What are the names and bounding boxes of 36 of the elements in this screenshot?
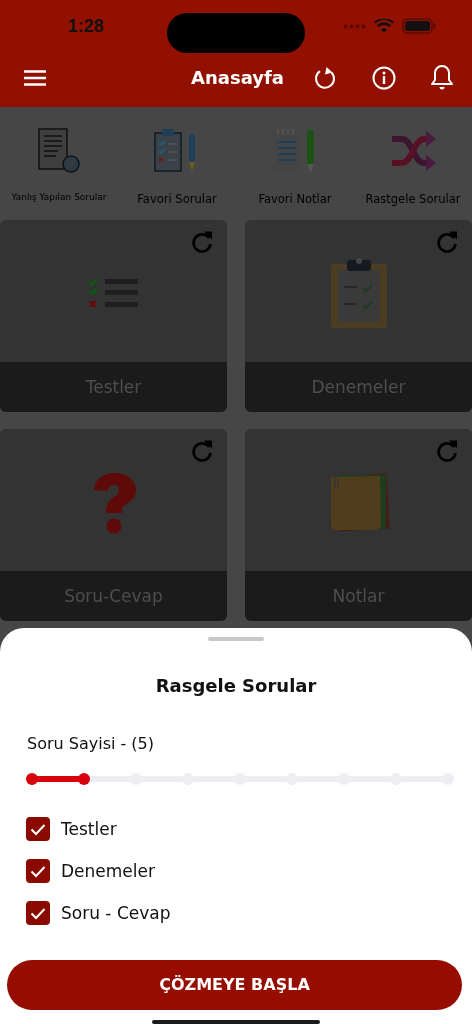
page-title: Anasayfa bbox=[191, 67, 284, 88]
checkbox[interactable] bbox=[26, 859, 50, 884]
slider-thumb[interactable] bbox=[78, 773, 90, 786]
checkmark-icon bbox=[30, 822, 46, 836]
document-error-icon bbox=[37, 128, 81, 174]
shortcut-button[interactable]: Favori Sorular bbox=[137, 128, 217, 206]
status-time: 1:28 bbox=[68, 15, 105, 37]
notification-button[interactable] bbox=[430, 64, 454, 91]
refresh-icon bbox=[190, 439, 214, 463]
option-label: Denemeler bbox=[61, 861, 155, 882]
checkmark-icon bbox=[30, 906, 46, 920]
start-button[interactable]: ÇÖZMEYE BAŞLA bbox=[7, 960, 462, 1010]
refresh-button[interactable] bbox=[314, 64, 338, 91]
shortcut-button[interactable]: Rastgele Sorular bbox=[365, 128, 461, 206]
question-count-slider[interactable] bbox=[26, 773, 454, 785]
drag-handle[interactable] bbox=[208, 637, 264, 642]
wifi-icon bbox=[374, 18, 394, 34]
option-label: Testler bbox=[61, 819, 117, 840]
signal-icon bbox=[343, 23, 366, 29]
question-count-label: Soru Sayisi - (5) bbox=[27, 734, 155, 754]
sheet-title: Rasgele Sorular bbox=[154, 675, 318, 697]
checkmark-icon bbox=[30, 864, 46, 878]
info-button[interactable] bbox=[372, 65, 396, 90]
shortcut-button[interactable]: Favori Notlar bbox=[258, 128, 332, 206]
shuffle-icon bbox=[390, 130, 436, 172]
checkbox[interactable] bbox=[26, 901, 50, 926]
refresh-icon bbox=[435, 230, 459, 254]
option-label: Soru - Cevap bbox=[61, 903, 171, 924]
refresh-icon bbox=[190, 230, 214, 254]
checkbox[interactable] bbox=[26, 817, 50, 842]
menu-button[interactable] bbox=[24, 69, 46, 86]
battery-icon bbox=[402, 18, 436, 34]
refresh-icon bbox=[435, 439, 459, 463]
slider-step-dot bbox=[26, 773, 38, 786]
clipboard-icon bbox=[328, 258, 389, 330]
shortcut-button[interactable]: Yanlış Yapılan Sorular bbox=[11, 128, 107, 202]
